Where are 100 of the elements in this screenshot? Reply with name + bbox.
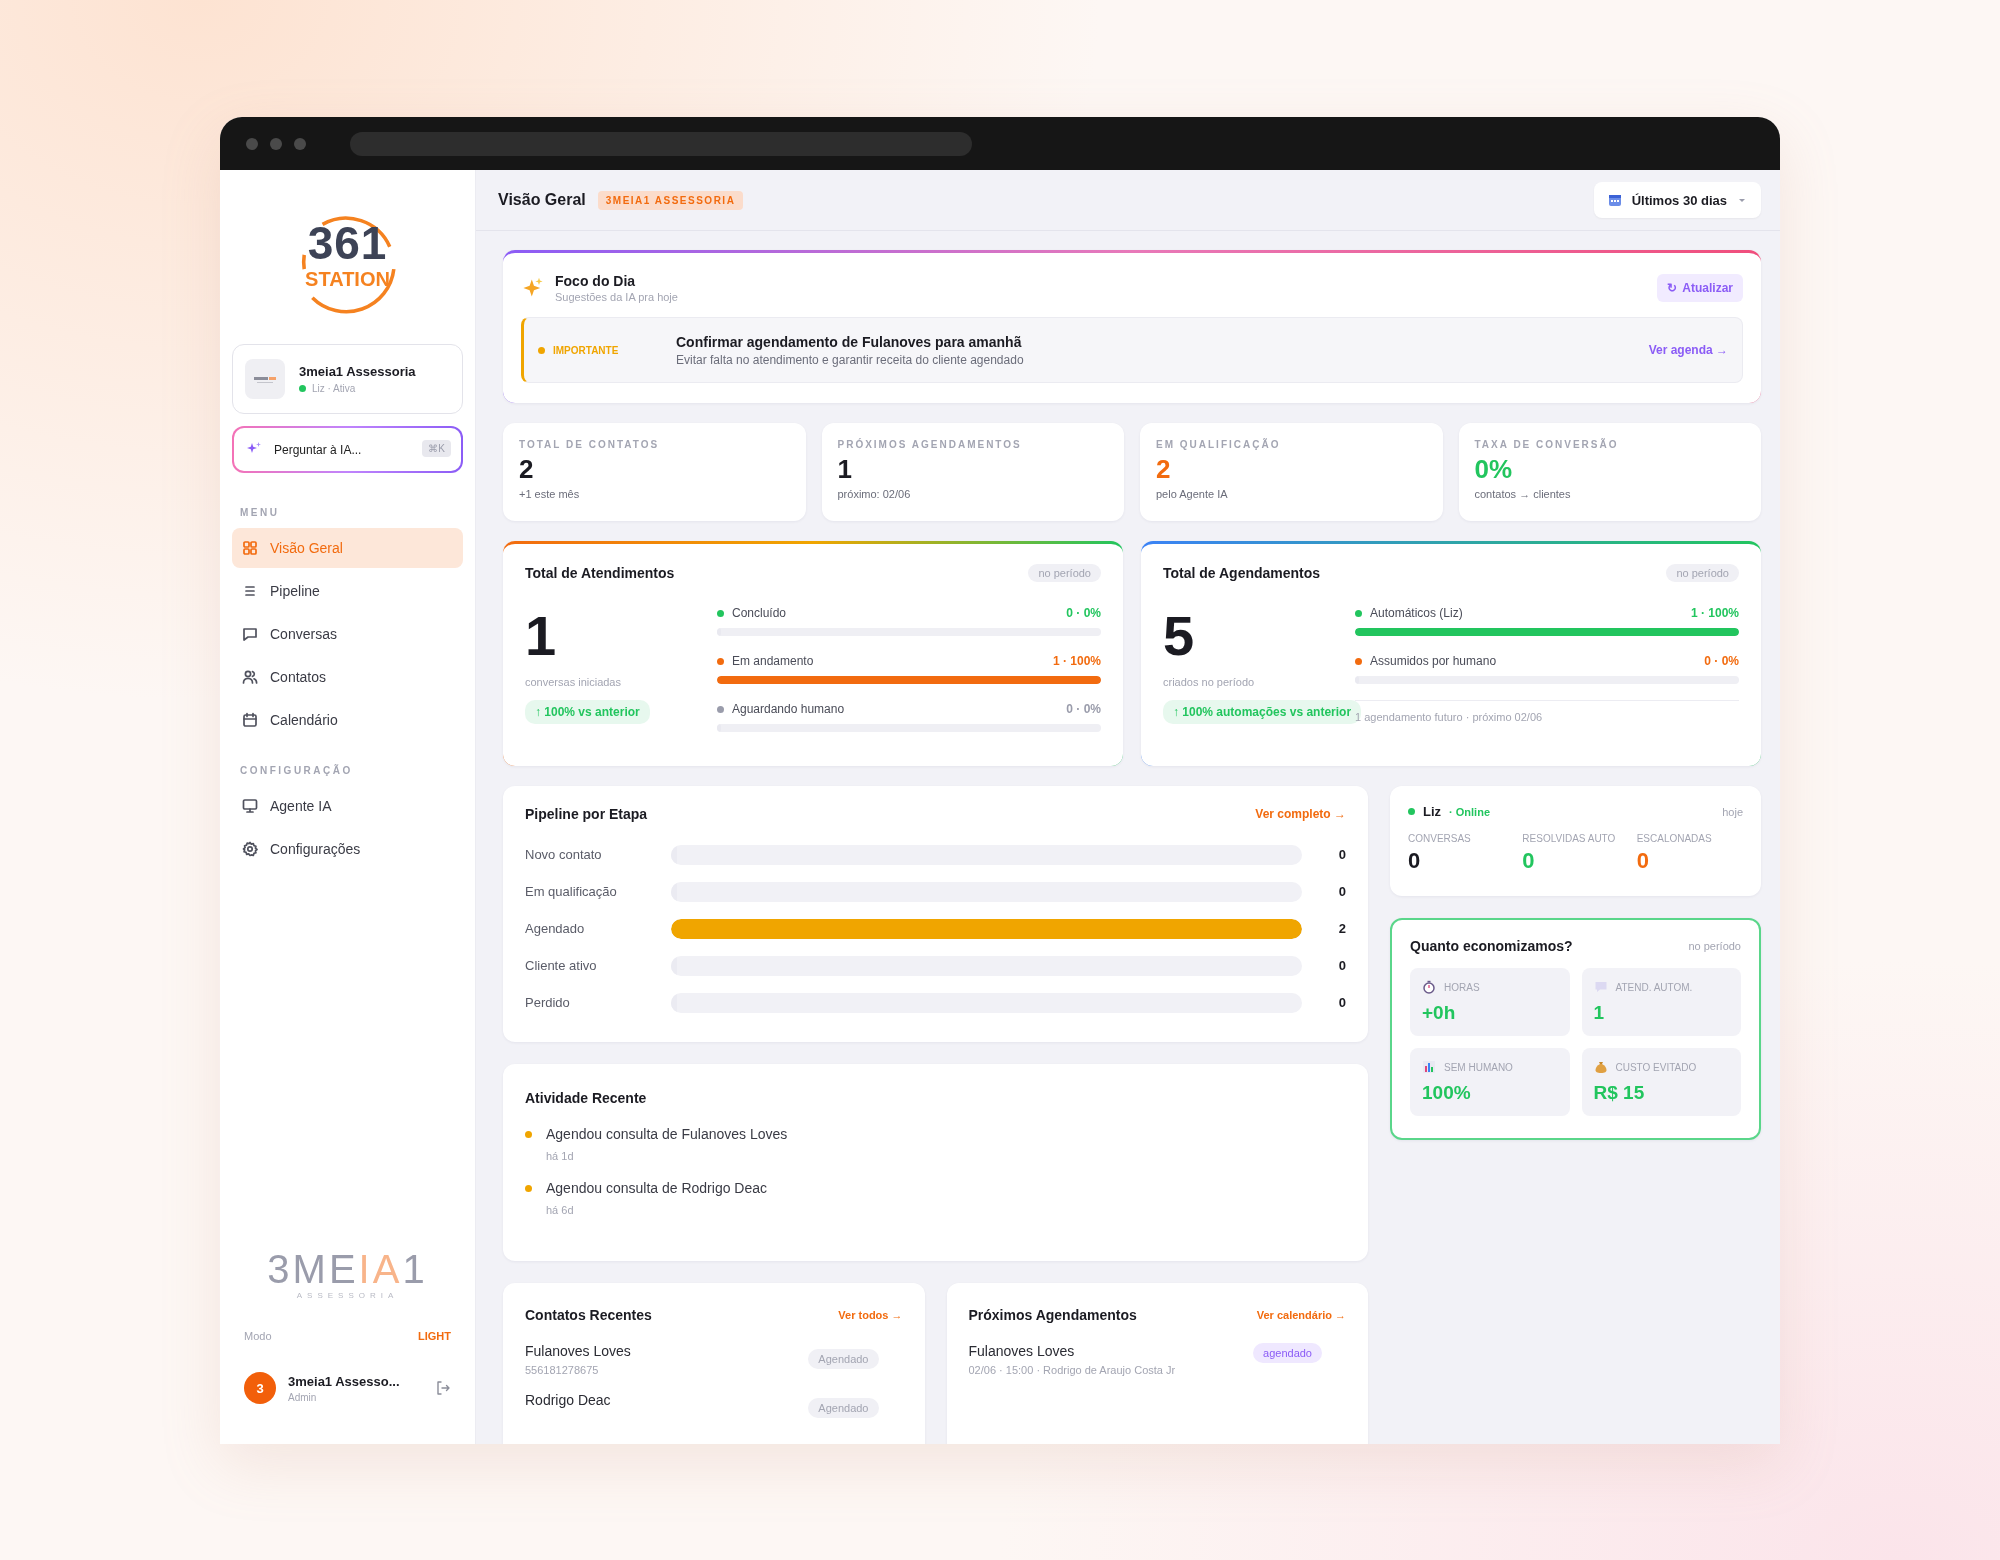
total-value: 5 [1163, 606, 1195, 666]
address-bar[interactable] [350, 131, 972, 156]
stat-label: TAXA DE CONVERSÃO [1474, 439, 1620, 450]
activity-dot [525, 1131, 532, 1138]
nav-item[interactable]: Configurações [232, 829, 463, 869]
window-control-dot[interactable] [270, 137, 282, 150]
card-title: Quanto economizamos? [1410, 938, 1573, 954]
metric-label: RESOLVIDAS AUTO [1522, 833, 1617, 844]
total-caption: criados no período [1163, 676, 1255, 688]
card-title: Atividade Recente [525, 1090, 648, 1106]
tile-label: SEM HUMANO [1444, 1061, 1513, 1073]
suggestion-detail: Evitar falta no atendimento e garantir receita do cliente agendado [676, 352, 1025, 367]
date-range-dropdown[interactable]: Últimos 30 dias [1593, 182, 1761, 218]
stage-count: 0 [1337, 884, 1346, 899]
card-title: Pipeline por Etapa [525, 806, 648, 822]
tile-value: 100% [1422, 1082, 1472, 1104]
contact-phone: 556181278675 [525, 1364, 600, 1376]
window-control-dot[interactable] [246, 137, 258, 150]
logout-icon[interactable] [435, 1380, 451, 1396]
row-label: Aguardando humano [732, 702, 845, 716]
shortcut-key: ⌘K [422, 440, 451, 457]
period-label: hoje [1722, 805, 1743, 818]
brand-logo-text: 3MEIA1 [267, 1249, 428, 1289]
nav-item[interactable]: Pipeline [232, 571, 463, 611]
status-tag: Agendado [808, 1349, 879, 1369]
settings-icon [242, 841, 258, 857]
stat-value: 2 [519, 454, 535, 484]
stage-label: Perdido [525, 995, 571, 1010]
stat-label: PRÓXIMOS AGENDAMENTOS [837, 439, 1023, 450]
trend-tag: ↑ 100% vs anterior [525, 700, 650, 724]
activity-text: Agendou consulta de Fulanoves Loves [546, 1126, 788, 1142]
contact-name: Fulanoves Loves [525, 1343, 631, 1359]
suggestion-title: Confirmar agendamento de Fulanoves para amanhã [676, 333, 1023, 350]
period-tag: no período [1666, 564, 1739, 582]
tile-value: R$ 15 [1593, 1082, 1646, 1104]
stage-count: 0 [1337, 995, 1346, 1010]
row-label: Assumidos por humano [1370, 654, 1497, 668]
monitor-icon [242, 798, 258, 814]
card-title: Contatos Recentes [525, 1307, 652, 1323]
period-tag: no período [1028, 564, 1101, 582]
stage-label: Novo contato [525, 847, 603, 862]
activity-time: há 6d [546, 1204, 575, 1216]
logo-wordmark: STATION [304, 268, 391, 290]
contact-name: Rodrigo Deac [525, 1392, 611, 1408]
card-subtitle: Sugestões da IA pra hoje [555, 291, 678, 303]
stage-label: Cliente ativo [525, 958, 598, 973]
user-name: 3meia1 Assesso... [288, 1373, 401, 1389]
priority-dot [538, 346, 545, 354]
period-label: no período [1688, 940, 1741, 952]
contact-name: Fulanoves Loves [968, 1343, 1076, 1359]
row-label: Automáticos (Liz) [1370, 606, 1463, 620]
agenda-link[interactable]: Ver agenda → [1648, 343, 1728, 357]
section-heading: MENU [240, 507, 281, 518]
row-label: Concluído [732, 606, 787, 620]
total-caption: conversas iniciadas [525, 676, 621, 688]
logo-number: 361 [306, 220, 389, 266]
nav-item[interactable]: Agente IA [232, 786, 463, 826]
row-reading: 1 · 100% [1052, 654, 1101, 668]
users-icon [242, 669, 258, 685]
tile-label: HORAS [1444, 981, 1480, 993]
card-title: Total de Agendamentos [1163, 565, 1321, 581]
activity-dot [525, 1185, 532, 1192]
mode-label: Modo [244, 1330, 272, 1342]
tile-value: 1 [1593, 1002, 1606, 1024]
user-avatar: 3 [244, 1372, 276, 1404]
metric-value: 0 [1636, 848, 1650, 874]
nav-item[interactable]: Contatos [232, 657, 463, 697]
stage-label: Em qualificação [525, 884, 618, 899]
grid-icon [242, 540, 258, 556]
activity-time: há 1d [546, 1150, 575, 1162]
bar-chart-icon [1422, 1060, 1436, 1074]
brand-tagline: ASSESSORIA [295, 1291, 400, 1300]
account-card[interactable]: 3meia1 Assessoria Liz · Ativa [232, 344, 463, 414]
refresh-button[interactable]: ↻ Atualizar [1657, 274, 1743, 302]
account-logo-icon [245, 359, 285, 399]
status-tag: Agendado [808, 1398, 879, 1418]
stopwatch-icon [1422, 980, 1436, 994]
list-icon [242, 583, 258, 599]
card-title: Foco do Dia [555, 273, 637, 289]
window-control-dot[interactable] [294, 137, 306, 150]
stage-count: 0 [1337, 847, 1346, 862]
calendar-icon [242, 712, 258, 728]
stage-label: Agendado [525, 921, 586, 936]
stat-label: TOTAL DE CONTATOS [519, 439, 661, 450]
stat-value: 1 [837, 454, 853, 484]
nav-item[interactable]: Calendário [232, 700, 463, 740]
money-bag-icon [1593, 1060, 1608, 1074]
stat-note: pelo Agente IA [1156, 488, 1229, 500]
agent-status: · Online [1449, 805, 1490, 818]
tile-label: ATEND. AUTOM. [1615, 981, 1693, 993]
status-tag: agendado [1253, 1343, 1322, 1363]
speech-bubble-icon [1593, 980, 1608, 994]
card-title: Total de Atendimentos [525, 565, 675, 581]
section-heading: CONFIGURAÇÃO [240, 765, 354, 776]
row-reading: 0 · 0% [1066, 606, 1101, 620]
organization-tag: 3MEIA1 ASSESSORIA [597, 190, 744, 210]
footnote: 1 agendamento futuro · próximo 02/06 [1355, 700, 1739, 723]
metric-value: 0 [1408, 848, 1422, 874]
nav-item[interactable]: Conversas [232, 614, 463, 654]
tile-value: +0h [1422, 1002, 1457, 1024]
